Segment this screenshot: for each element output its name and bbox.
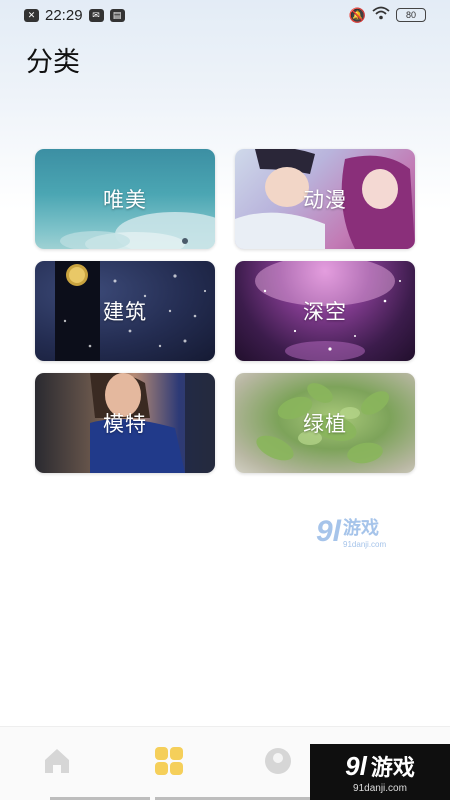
category-card-aesthetic[interactable]: 唯美 [35,149,215,249]
category-card-deep-space[interactable]: 深空 [235,261,415,361]
category-label: 深空 [303,301,347,324]
watermark-url: 91danji.com [343,540,387,549]
mute-icon: 🔕 [348,6,366,23]
corner-badge-brand: 游戏 [370,755,415,780]
category-label: 唯美 [103,189,147,212]
home-icon [45,749,69,773]
mail-icon: ✉ [88,8,104,22]
watermark-number: 9l [316,514,342,548]
category-card-anime[interactable]: 动漫 [235,149,415,249]
notification-close-icon: ✕ [24,8,39,22]
message-icon: ▤ [109,8,125,22]
mine-icon [265,748,291,774]
category-label: 动漫 [303,189,347,212]
status-time: 22:29 [45,6,83,24]
category-label: 绿植 [303,413,347,436]
nav-mine[interactable] [262,745,294,777]
corner-watermark-badge: 9l 游戏 91danji.com [310,744,450,800]
corner-badge-url: 91danji.com [353,783,407,794]
category-label: 模特 [103,413,147,436]
category-card-model[interactable]: 模特 [35,373,215,473]
category-card-architecture[interactable]: 建筑 [35,261,215,361]
category-grid-icon [155,747,183,775]
battery-indicator: 80 [396,8,426,22]
nav-home[interactable] [41,745,73,777]
category-grid: 唯美 动漫 建筑 深空 模特 绿植 [35,149,415,473]
page-title: 分类 [26,47,80,77]
wifi-icon [372,6,390,24]
status-bar: ✕ 22:29 ✉ ▤ 🔕 80 [0,0,450,30]
corner-badge-number: 9l [345,751,367,781]
watermark-brand: 游戏 [343,518,380,538]
category-label: 建筑 [103,301,147,324]
category-card-plants[interactable]: 绿植 [235,373,415,473]
nav-category[interactable] [153,745,185,777]
watermark-logo: 9l 游戏 91danji.com [316,514,387,550]
